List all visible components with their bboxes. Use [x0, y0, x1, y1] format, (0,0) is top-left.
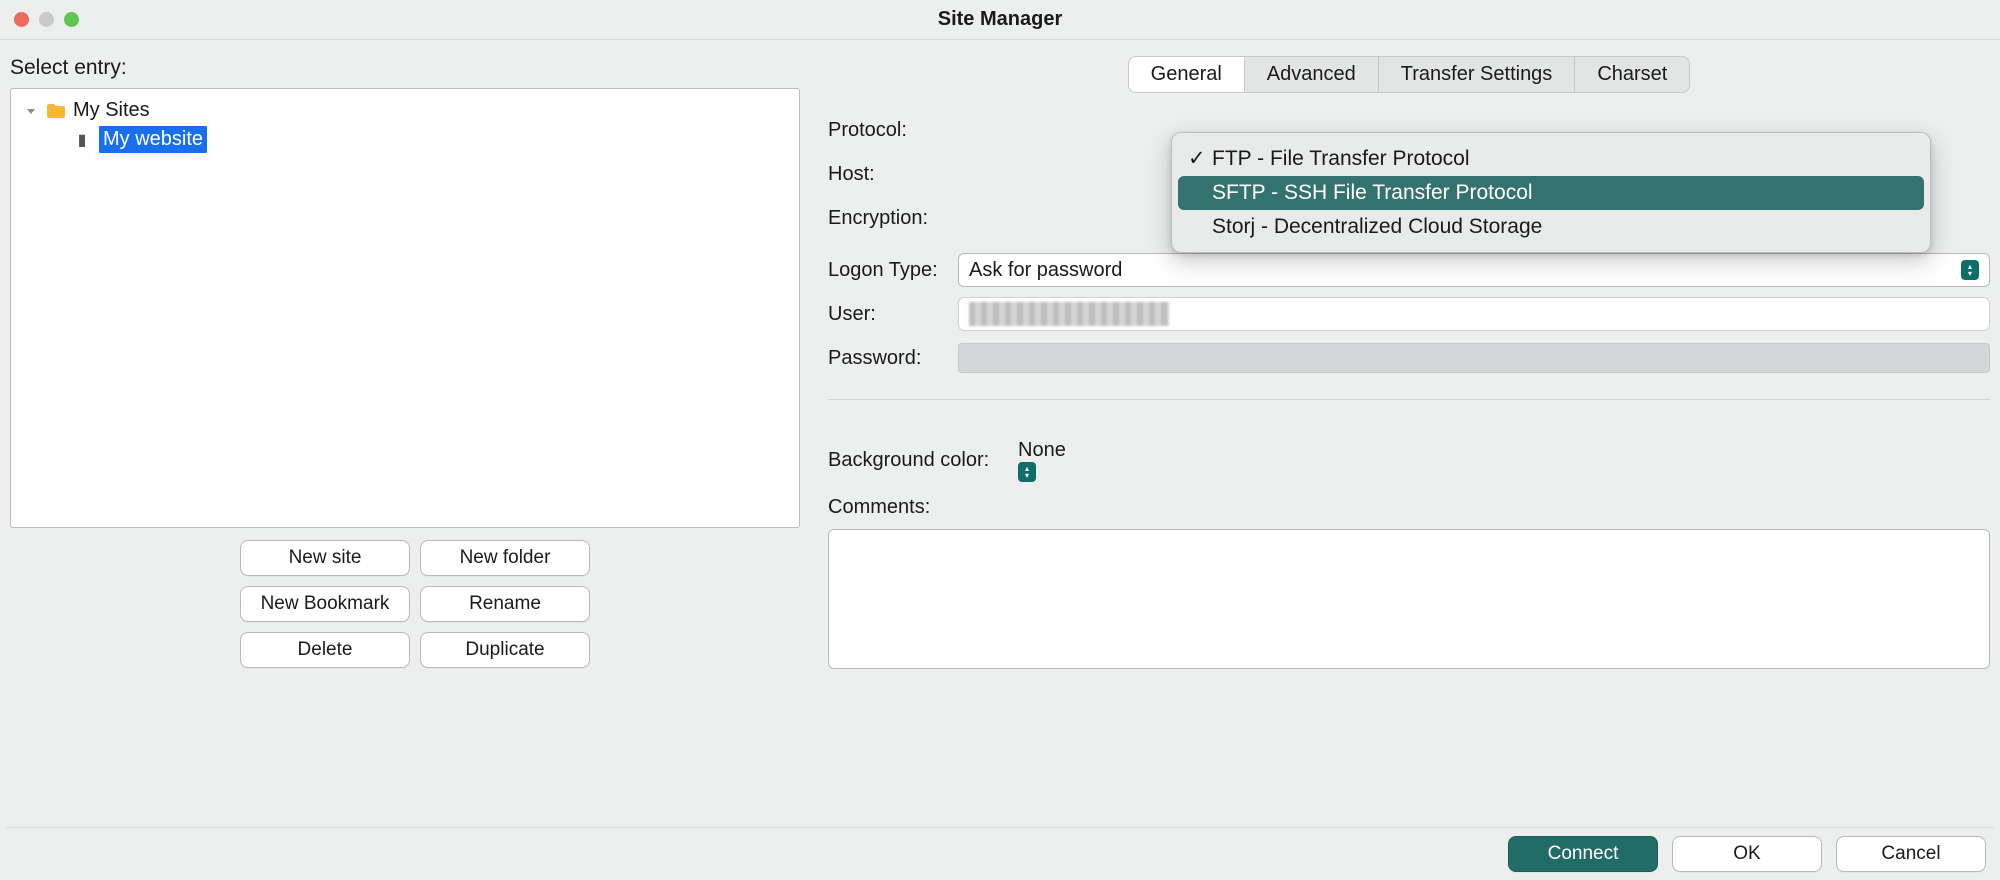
- bg-color-label: Background color:: [828, 449, 1018, 472]
- server-icon: ▮: [71, 131, 93, 149]
- logon-type-value: Ask for password: [969, 259, 1122, 282]
- tree-root-row[interactable]: My Sites: [15, 97, 795, 124]
- comments-textarea[interactable]: [828, 529, 1990, 669]
- host-label: Host:: [828, 163, 952, 186]
- tab-charset[interactable]: Charset: [1575, 57, 1689, 92]
- entry-buttons: New site New folder New Bookmark Rename …: [240, 540, 800, 668]
- bg-color-value: None: [1018, 439, 1066, 461]
- window-title: Site Manager: [0, 8, 2000, 31]
- user-input[interactable]: [958, 297, 1990, 331]
- password-label: Password:: [828, 347, 958, 370]
- logon-type-select[interactable]: Ask for password ▴▾: [958, 253, 1990, 287]
- folder-icon: [45, 102, 67, 120]
- protocol-option-label: FTP - File Transfer Protocol: [1212, 147, 1470, 171]
- tree-child-label: My website: [99, 126, 207, 153]
- titlebar: Site Manager: [0, 0, 2000, 40]
- user-label: User:: [828, 303, 958, 326]
- checkmark-icon: ✓: [1188, 146, 1212, 171]
- entry-tree[interactable]: My Sites ▮ My website: [10, 88, 800, 528]
- rename-button[interactable]: Rename: [420, 586, 590, 622]
- duplicate-button[interactable]: Duplicate: [420, 632, 590, 668]
- tab-general[interactable]: General: [1129, 57, 1245, 92]
- dialog-footer: Connect OK Cancel: [1508, 836, 1986, 872]
- logon-type-label: Logon Type:: [828, 259, 958, 282]
- comments-label: Comments:: [828, 496, 1990, 519]
- connect-button[interactable]: Connect: [1508, 836, 1658, 872]
- new-folder-button[interactable]: New folder: [420, 540, 590, 576]
- left-pane: Select entry: My Sites ▮ My website New …: [10, 50, 800, 669]
- ok-button[interactable]: OK: [1672, 836, 1822, 872]
- delete-button[interactable]: Delete: [240, 632, 410, 668]
- new-site-button[interactable]: New site: [240, 540, 410, 576]
- tree-root-label: My Sites: [73, 99, 150, 122]
- protocol-option-ftp[interactable]: ✓ FTP - File Transfer Protocol: [1178, 141, 1924, 176]
- tab-bar: General Advanced Transfer Settings Chars…: [1128, 56, 1691, 93]
- protocol-label: Protocol:: [828, 119, 952, 142]
- disclosure-triangle-icon[interactable]: [21, 99, 41, 122]
- tab-transfer-settings[interactable]: Transfer Settings: [1379, 57, 1576, 92]
- tree-child-row[interactable]: ▮ My website: [15, 124, 795, 155]
- tab-advanced[interactable]: Advanced: [1245, 57, 1379, 92]
- encryption-label: Encryption:: [828, 207, 952, 230]
- protocol-option-label: SFTP - SSH File Transfer Protocol: [1212, 181, 1533, 205]
- cancel-button[interactable]: Cancel: [1836, 836, 1986, 872]
- protocol-option-storj[interactable]: Storj - Decentralized Cloud Storage: [1178, 210, 1924, 244]
- updown-caret-icon: ▴▾: [1018, 462, 1036, 482]
- updown-caret-icon: ▴▾: [1961, 260, 1979, 280]
- new-bookmark-button[interactable]: New Bookmark: [240, 586, 410, 622]
- select-entry-label: Select entry:: [10, 56, 800, 80]
- protocol-dropdown[interactable]: ✓ FTP - File Transfer Protocol SFTP - SS…: [1171, 132, 1931, 253]
- bg-color-select[interactable]: None ▴▾: [1018, 439, 1188, 482]
- protocol-option-label: Storj - Decentralized Cloud Storage: [1212, 215, 1542, 239]
- password-input: [958, 343, 1990, 373]
- protocol-option-sftp[interactable]: SFTP - SSH File Transfer Protocol: [1178, 176, 1924, 210]
- user-value-redacted: [969, 302, 1169, 326]
